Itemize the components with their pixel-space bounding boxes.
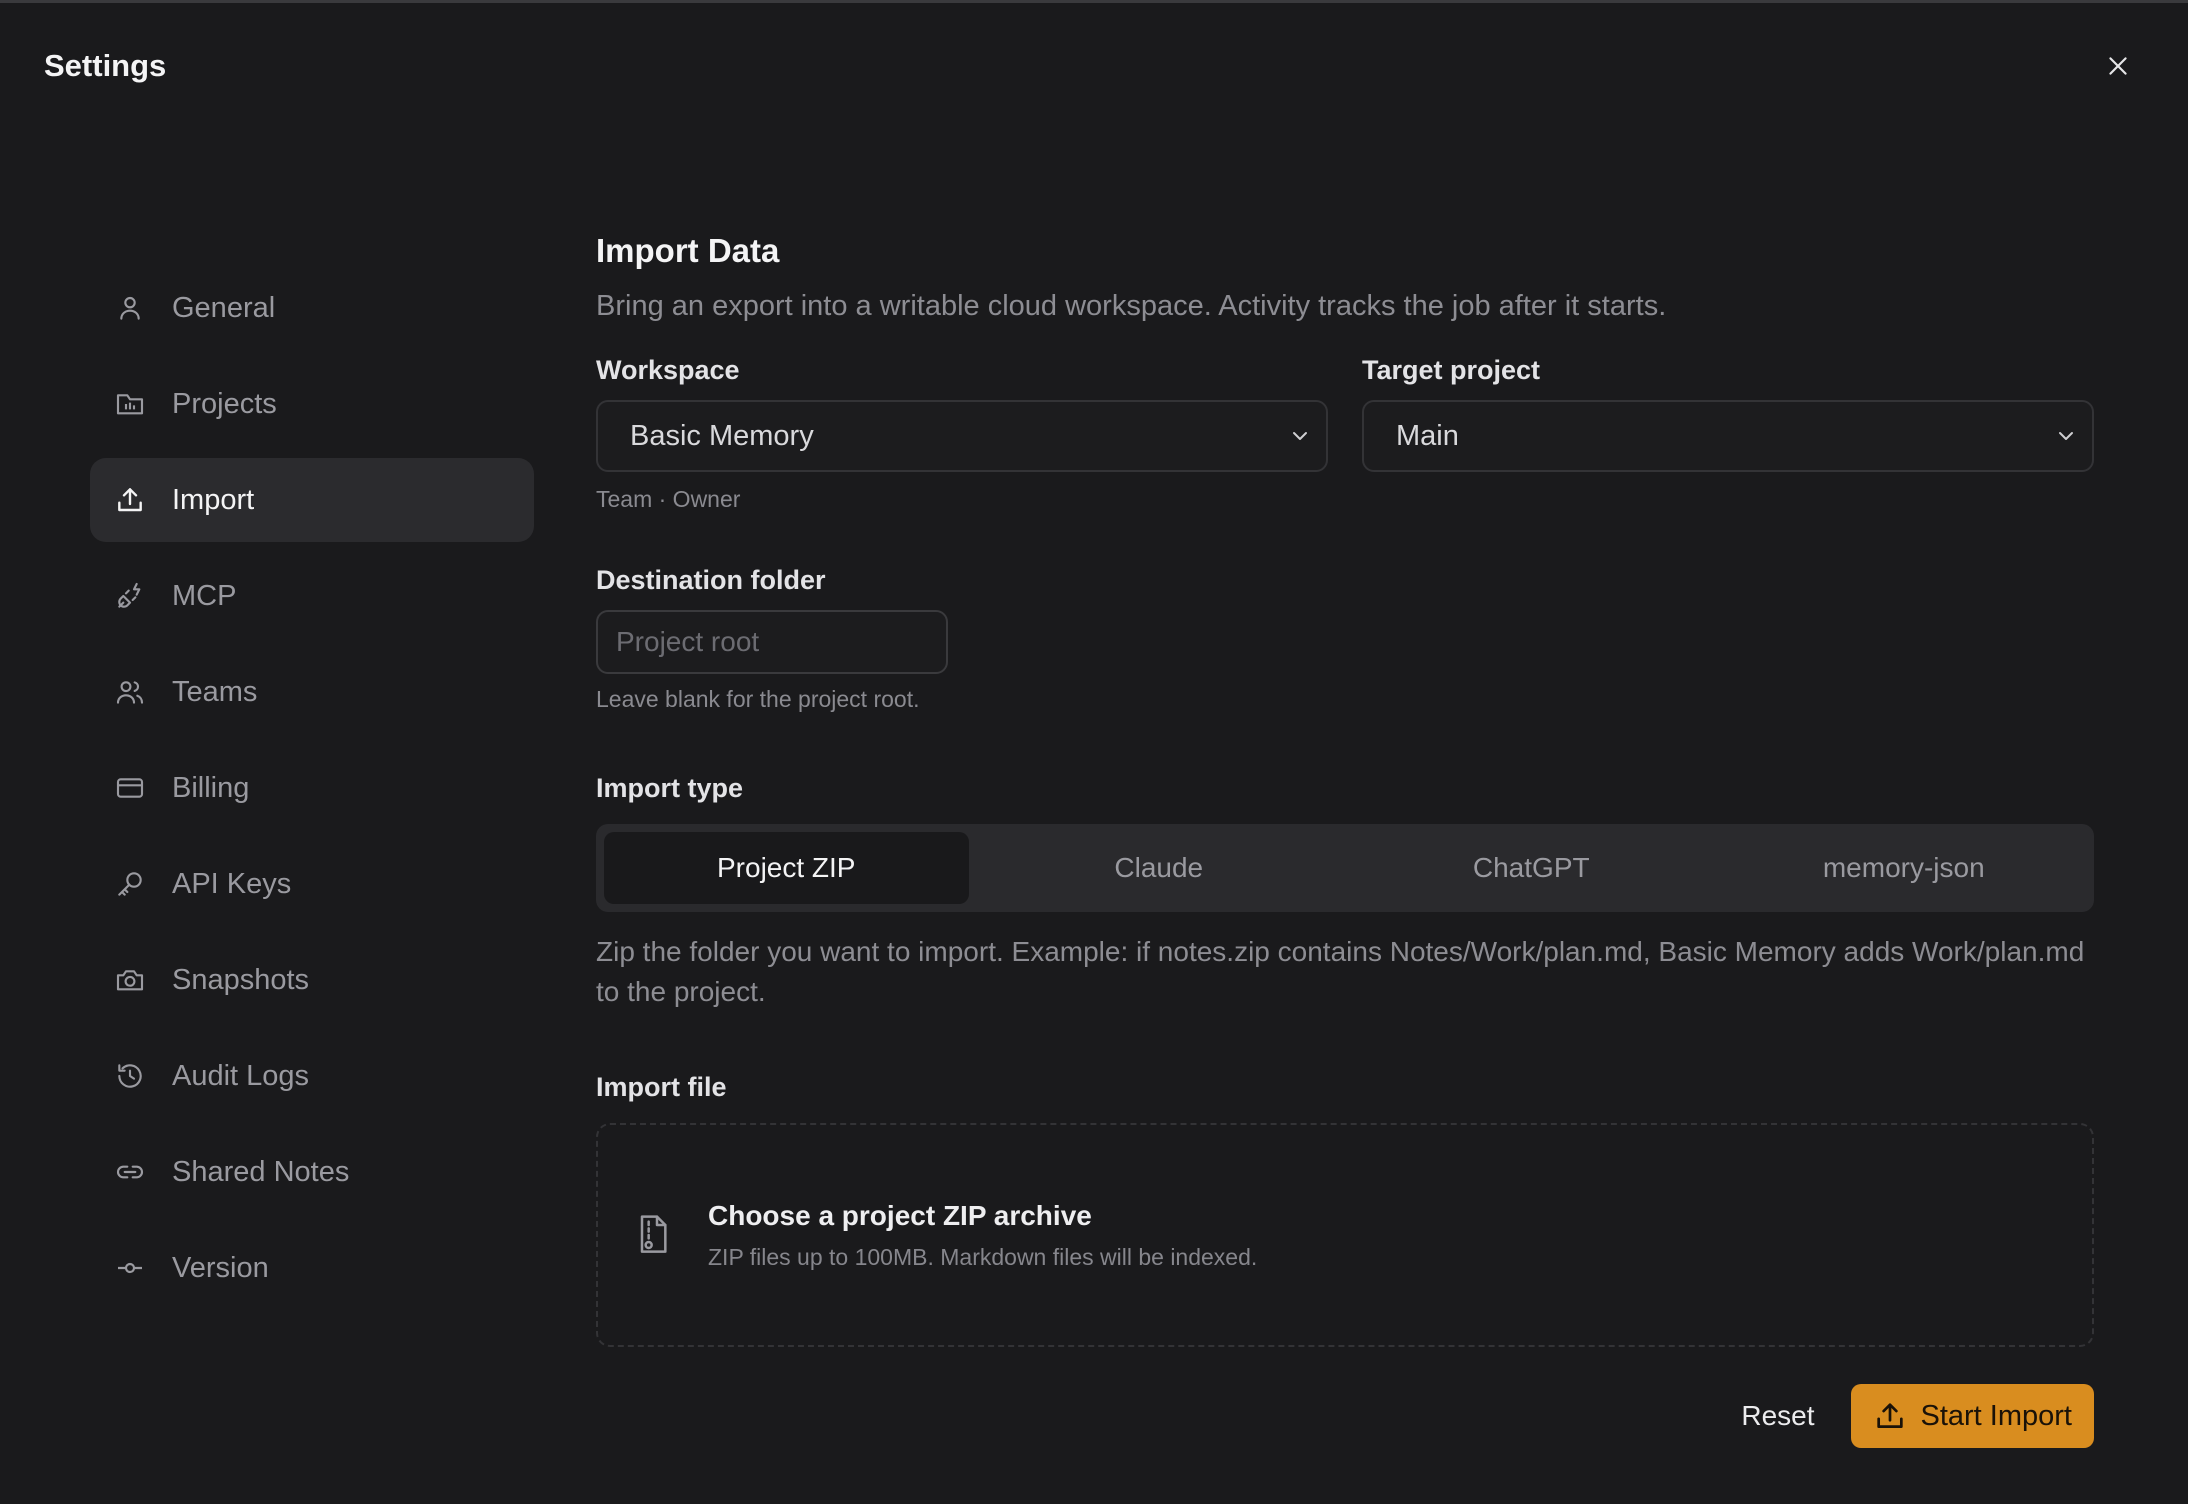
target-project-select[interactable]: Main — [1362, 400, 2094, 472]
sidebar-item-projects[interactable]: Projects — [90, 362, 534, 446]
workspace-label: Workspace — [596, 355, 740, 385]
sidebar-item-shared-notes[interactable]: Shared Notes — [90, 1130, 534, 1214]
sidebar-item-import[interactable]: Import — [90, 458, 534, 542]
destination-input[interactable] — [596, 610, 948, 674]
destination-label: Destination folder — [596, 565, 826, 595]
sidebar-item-general[interactable]: General — [90, 266, 534, 350]
sidebar-item-label: Shared Notes — [172, 1155, 350, 1188]
sidebar-item-label: Version — [172, 1251, 269, 1284]
settings-dialog: Settings General Projects Import MCP Tea… — [0, 0, 2188, 1504]
user-icon — [114, 292, 146, 324]
link-icon — [114, 1156, 146, 1188]
sidebar: General Projects Import MCP Teams Billin… — [90, 266, 534, 1322]
sidebar-item-label: Teams — [172, 675, 258, 708]
commit-icon — [114, 1252, 146, 1284]
camera-icon — [114, 964, 146, 996]
folder-chart-icon — [114, 388, 146, 420]
destination-hint: Leave blank for the project root. — [596, 686, 920, 712]
close-icon — [2109, 57, 2127, 75]
workspace-project-row: Workspace Basic Memory Team · Owner Targ… — [596, 355, 2094, 513]
workspace-select[interactable]: Basic Memory — [596, 400, 1328, 472]
file-dropzone[interactable]: Choose a project ZIP archive ZIP files u… — [596, 1123, 2094, 1347]
credit-card-icon — [114, 772, 146, 804]
sidebar-item-api-keys[interactable]: API Keys — [90, 842, 534, 926]
import-type-project-zip[interactable]: Project ZIP — [604, 832, 969, 904]
sidebar-item-label: Audit Logs — [172, 1059, 310, 1092]
import-type-field: Import type Project ZIP Claude ChatGPT m… — [596, 773, 2094, 1012]
import-type-label: Import type — [596, 773, 744, 803]
destination-field: Destination folder Leave blank for the p… — [596, 565, 2094, 713]
import-file-label: Import file — [596, 1072, 727, 1102]
import-type-description: Zip the folder you want to import. Examp… — [596, 936, 2085, 1007]
workspace-hint: Team · Owner — [596, 486, 741, 512]
sidebar-item-label: Billing — [172, 771, 250, 804]
sidebar-item-label: Projects — [172, 387, 277, 420]
plug-icon — [114, 580, 146, 612]
top-divider — [0, 0, 2188, 3]
sidebar-item-label: API Keys — [172, 867, 292, 900]
import-type-claude[interactable]: Claude — [977, 832, 1342, 904]
key-icon — [114, 868, 146, 900]
upload-icon — [1876, 1403, 1903, 1428]
start-import-button[interactable]: Start Import — [1850, 1384, 2094, 1448]
sidebar-item-mcp[interactable]: MCP — [90, 554, 534, 638]
dropzone-text: Choose a project ZIP archive ZIP files u… — [708, 1200, 1257, 1271]
sidebar-item-billing[interactable]: Billing — [90, 746, 534, 830]
chevron-down-icon — [2059, 432, 2073, 440]
start-import-label: Start Import — [1920, 1399, 2073, 1432]
sidebar-item-label: Import — [172, 483, 255, 516]
sidebar-item-label: MCP — [172, 579, 237, 612]
target-project-label: Target project — [1362, 355, 1541, 385]
workspace-value: Basic Memory — [630, 419, 814, 452]
import-type-chatgpt[interactable]: ChatGPT — [1349, 832, 1714, 904]
sidebar-item-snapshots[interactable]: Snapshots — [90, 938, 534, 1022]
reset-button[interactable]: Reset — [1741, 1400, 1814, 1432]
sidebar-item-label: Snapshots — [172, 963, 310, 996]
import-type-segmented-control: Project ZIP Claude ChatGPT memory-json — [596, 824, 2094, 912]
target-project-field: Target project Main — [1362, 355, 2094, 513]
close-button[interactable] — [2098, 46, 2138, 86]
file-zip-icon — [640, 1215, 667, 1253]
sidebar-item-audit-logs[interactable]: Audit Logs — [90, 1034, 534, 1118]
chevron-down-icon — [1293, 432, 1307, 440]
workspace-field: Workspace Basic Memory Team · Owner — [596, 355, 1328, 513]
dropzone-subtitle: ZIP files up to 100MB. Markdown files wi… — [708, 1243, 1258, 1270]
page-title: Settings — [44, 48, 167, 83]
import-panel: Import Data Bring an export into a writa… — [596, 232, 2094, 1347]
target-project-value: Main — [1396, 419, 1459, 452]
sidebar-item-teams[interactable]: Teams — [90, 650, 534, 734]
section-description: Bring an export into a writable cloud wo… — [596, 290, 1667, 322]
upload-icon — [114, 484, 146, 516]
history-icon — [114, 1060, 146, 1092]
section-title: Import Data — [596, 232, 780, 269]
users-icon — [114, 676, 146, 708]
dropzone-title: Choose a project ZIP archive — [708, 1199, 1092, 1231]
action-bar: Reset Start Import — [1741, 1384, 2094, 1448]
sidebar-item-version[interactable]: Version — [90, 1226, 534, 1310]
sidebar-item-label: General — [172, 291, 276, 324]
import-file-field: Import file Choose a project ZIP archive… — [596, 1072, 2094, 1347]
import-type-memory-json[interactable]: memory-json — [1722, 832, 2087, 904]
